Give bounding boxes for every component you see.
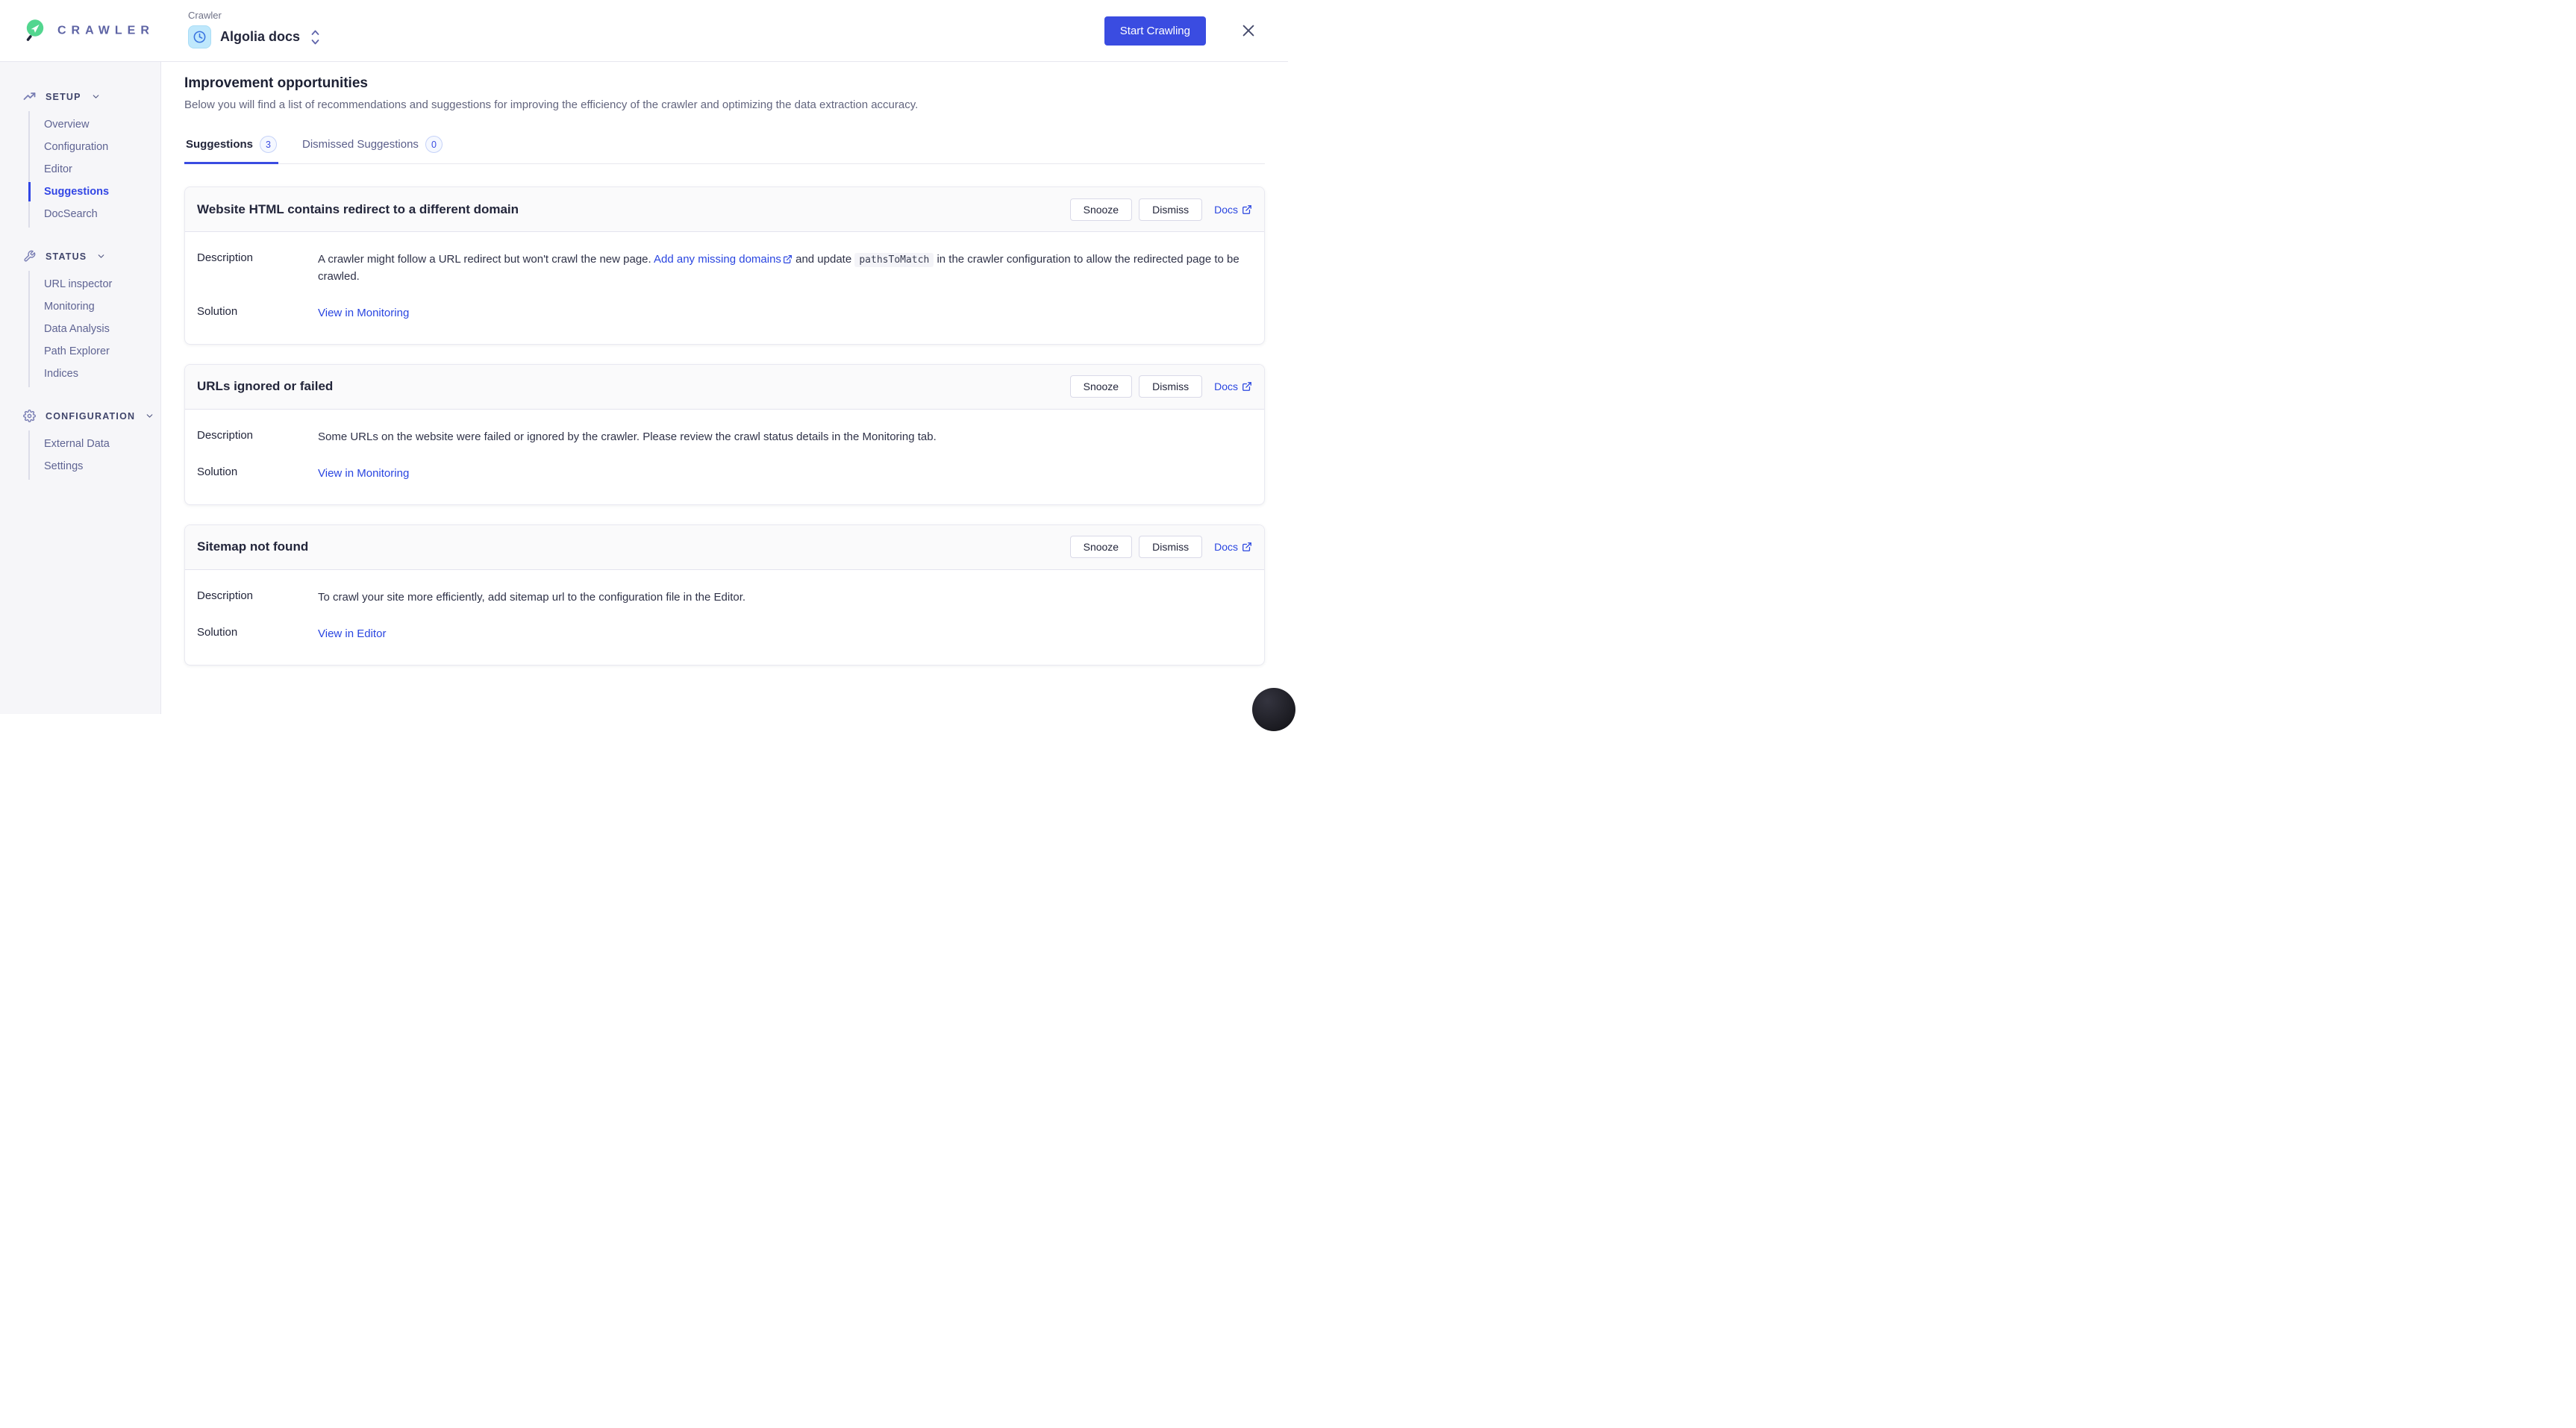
sidebar-item-configuration[interactable]: Configuration [30, 136, 160, 158]
solution-label: Solution [197, 626, 318, 643]
tab-count-badge: 0 [425, 136, 443, 153]
tab-count-badge: 3 [260, 136, 277, 153]
sidebar-section-setup-header[interactable]: SETUP [23, 90, 160, 103]
suggestion-card-body: Description Some URLs on the website wer… [185, 410, 1264, 504]
tab-label: Dismissed Suggestions [302, 138, 419, 151]
sidebar-item-docsearch[interactable]: DocSearch [30, 203, 160, 225]
snooze-button[interactable]: Snooze [1070, 536, 1132, 558]
suggestion-card: URLs ignored or failed Snooze Dismiss Do… [184, 364, 1265, 505]
tab-suggestions[interactable]: Suggestions 3 [184, 136, 278, 164]
chevron-down-icon [91, 92, 101, 101]
sidebar-item-suggestions[interactable]: Suggestions [30, 181, 160, 203]
sidebar-section-configuration-header[interactable]: CONFIGURATION [23, 410, 160, 422]
external-link-icon [1242, 381, 1252, 392]
sidebar-item-editor[interactable]: Editor [30, 158, 160, 181]
main-content: Suggestions Improvement opportunities Be… [161, 0, 1288, 714]
section-heading: Improvement opportunities [184, 75, 1265, 92]
tabs: Suggestions 3 Dismissed Suggestions 0 [184, 136, 1265, 164]
close-icon [1240, 22, 1257, 39]
docs-link[interactable]: Docs [1214, 541, 1252, 553]
tab-dismissed-suggestions[interactable]: Dismissed Suggestions 0 [301, 136, 444, 164]
sidebar-section-status: STATUS URL inspector Monitoring Data Ana… [0, 250, 160, 387]
chat-bubble-button[interactable] [1252, 688, 1295, 731]
suggestion-card: Sitemap not found Snooze Dismiss Docs De… [184, 524, 1265, 666]
sidebar-section-configuration: CONFIGURATION External Data Settings [0, 410, 160, 480]
wrench-icon [23, 250, 36, 263]
start-crawling-button[interactable]: Start Crawling [1104, 16, 1206, 46]
suggestion-card-header: Website HTML contains redirect to a diff… [185, 187, 1264, 232]
suggestion-card-header: Sitemap not found Snooze Dismiss Docs [185, 525, 1264, 570]
description-value: To crawl your site more efficiently, add… [318, 589, 745, 607]
suggestion-card-body: Description A crawler might follow a URL… [185, 232, 1264, 344]
suggestion-title: URLs ignored or failed [197, 379, 333, 394]
sidebar-section-setup: SETUP Overview Configuration Editor Sugg… [0, 90, 160, 228]
external-link-icon [1242, 204, 1252, 215]
gear-icon [23, 410, 36, 422]
sidebar-item-indices[interactable]: Indices [30, 363, 160, 385]
external-link-icon [1242, 542, 1252, 552]
app-selector[interactable]: Crawler Algolia docs [188, 10, 320, 48]
suggestion-title: Website HTML contains redirect to a diff… [197, 202, 519, 217]
description-text: A crawler might follow a URL redirect bu… [318, 253, 654, 266]
sidebar: SETUP Overview Configuration Editor Sugg… [0, 62, 161, 714]
sidebar-section-label: STATUS [46, 251, 87, 262]
sidebar-item-external-data[interactable]: External Data [30, 433, 160, 455]
sidebar-item-data-analysis[interactable]: Data Analysis [30, 318, 160, 340]
topbar: CRAWLER Crawler Algolia docs Start Crawl… [0, 0, 1288, 62]
app-selector-label: Crawler [188, 10, 320, 21]
docs-link-label: Docs [1214, 381, 1238, 392]
sidebar-section-label: CONFIGURATION [46, 411, 135, 422]
dismiss-button[interactable]: Dismiss [1139, 198, 1202, 221]
suggestion-title: Sitemap not found [197, 539, 308, 554]
crawler-logo-icon [25, 19, 46, 43]
sidebar-section-status-header[interactable]: STATUS [23, 250, 160, 263]
suggestion-card-body: Description To crawl your site more effi… [185, 570, 1264, 665]
view-in-monitoring-link[interactable]: View in Monitoring [318, 307, 409, 319]
view-in-editor-link[interactable]: View in Editor [318, 627, 386, 640]
add-missing-domains-link-label: Add any missing domains [654, 253, 781, 266]
crawler-logo: CRAWLER [25, 19, 154, 43]
sidebar-section-label: SETUP [46, 92, 81, 102]
description-label: Description [197, 429, 318, 446]
tab-label: Suggestions [186, 138, 253, 151]
dismiss-button[interactable]: Dismiss [1139, 536, 1202, 558]
description-value: Some URLs on the website were failed or … [318, 429, 937, 446]
solution-label: Solution [197, 466, 318, 483]
add-missing-domains-link[interactable]: Add any missing domains [654, 253, 793, 266]
snooze-button[interactable]: Snooze [1070, 375, 1132, 398]
app-selector-chevrons-icon[interactable] [310, 28, 320, 46]
docs-link[interactable]: Docs [1214, 381, 1252, 392]
description-label: Description [197, 589, 318, 607]
close-button[interactable] [1240, 22, 1257, 39]
solution-label: Solution [197, 305, 318, 322]
suggestion-card: Website HTML contains redirect to a diff… [184, 187, 1265, 345]
app-name: Algolia docs [220, 29, 300, 45]
paths-to-match-code: pathsToMatch [854, 253, 934, 267]
chevron-down-icon [145, 411, 154, 421]
sidebar-item-settings[interactable]: Settings [30, 455, 160, 477]
section-description: Below you will find a list of recommenda… [184, 98, 1265, 111]
sidebar-item-overview[interactable]: Overview [30, 113, 160, 136]
sidebar-item-monitoring[interactable]: Monitoring [30, 295, 160, 318]
clock-icon [188, 25, 211, 48]
sidebar-item-url-inspector[interactable]: URL inspector [30, 273, 160, 295]
dismiss-button[interactable]: Dismiss [1139, 375, 1202, 398]
crawler-wordmark: CRAWLER [57, 24, 154, 37]
docs-link-label: Docs [1214, 204, 1238, 216]
trending-up-icon [23, 90, 36, 103]
description-value: A crawler might follow a URL redirect bu… [318, 251, 1252, 285]
view-in-monitoring-link[interactable]: View in Monitoring [318, 467, 409, 480]
snooze-button[interactable]: Snooze [1070, 198, 1132, 221]
description-text: and update [793, 253, 854, 266]
docs-link-label: Docs [1214, 541, 1238, 553]
description-label: Description [197, 251, 318, 285]
docs-link[interactable]: Docs [1214, 204, 1252, 216]
sidebar-item-path-explorer[interactable]: Path Explorer [30, 340, 160, 363]
chevron-down-icon [96, 251, 106, 261]
suggestion-card-header: URLs ignored or failed Snooze Dismiss Do… [185, 365, 1264, 410]
